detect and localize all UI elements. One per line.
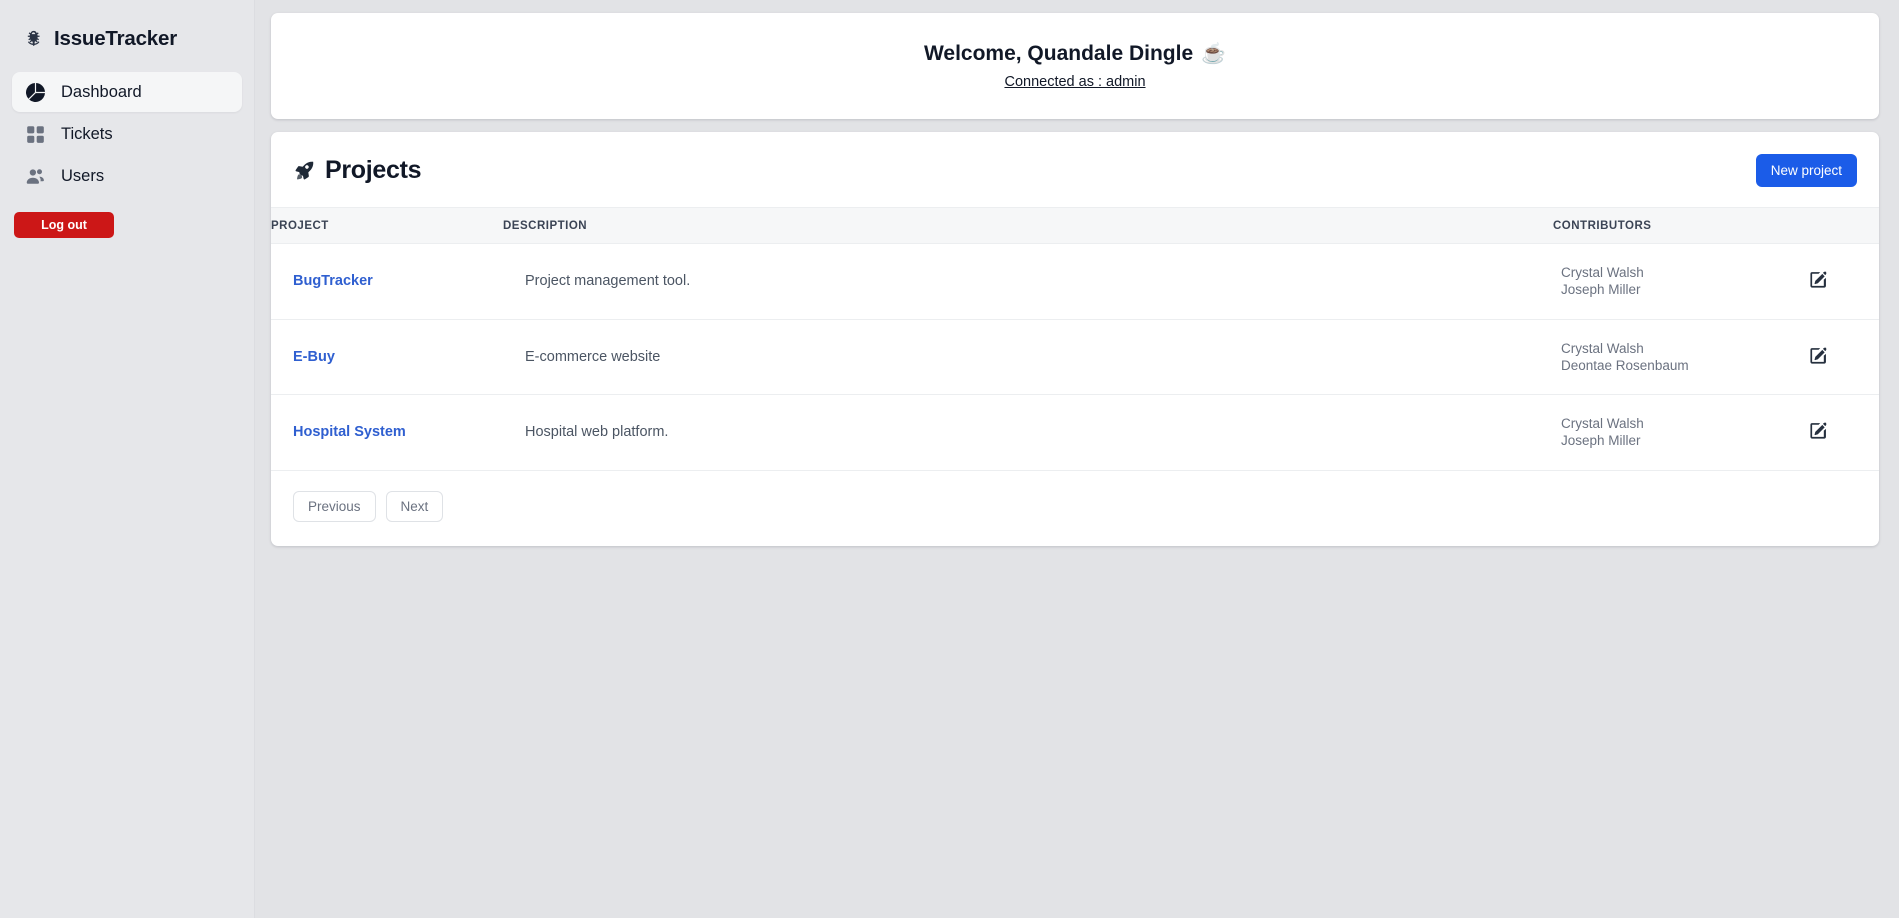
contributor-name: Joseph Miller (1561, 433, 1641, 449)
row-actions (1803, 342, 1879, 372)
sidebar: IssueTracker Dashboard Tickets Users Log… (0, 0, 255, 918)
project-description: Hospital web platform. (525, 424, 669, 441)
edit-project-button[interactable] (1803, 342, 1833, 372)
column-header-description: DESCRIPTION (503, 207, 1553, 244)
table-row: Hospital System Hospital web platform. C… (271, 394, 1879, 471)
contributor-name: Crystal Walsh (1561, 340, 1644, 356)
next-page-button[interactable]: Next (385, 490, 444, 522)
contributor-name: Crystal Walsh (1561, 416, 1644, 432)
sidebar-item-label: Users (61, 166, 105, 185)
contributor-name: Crystal Walsh (1561, 265, 1644, 280)
projects-header: Projects New project (271, 132, 1879, 207)
project-description: E-commerce website (525, 348, 661, 365)
sidebar-item-users[interactable]: Users (12, 156, 242, 196)
main-content: Welcome, Quandale Dingle ☕ Connected as … (255, 0, 1899, 918)
project-link[interactable]: BugTracker (293, 273, 373, 289)
contributor-name: Deontae Rosenbaum (1561, 357, 1689, 373)
table-row: E-Buy E-commerce website Crystal Walsh D… (271, 319, 1879, 396)
column-header-actions (1803, 207, 1879, 244)
projects-table: PROJECT DESCRIPTION CONTRIBUTORS BugTrac… (271, 207, 1879, 471)
table-head: PROJECT DESCRIPTION CONTRIBUTORS (271, 207, 1879, 244)
project-link[interactable]: Hospital System (293, 424, 406, 440)
contributor-list: Crystal Walsh Joseph Miller (1561, 264, 1803, 299)
edit-project-button[interactable] (1803, 266, 1833, 296)
contributor-list: Crystal Walsh Joseph Miller (1561, 415, 1803, 450)
sidebar-nav: Dashboard Tickets Users (12, 72, 242, 196)
edit-project-button[interactable] (1803, 417, 1833, 447)
sidebar-item-tickets[interactable]: Tickets (12, 114, 242, 154)
contributor-name: Joseph Miller (1561, 282, 1641, 298)
new-project-button[interactable]: New project (1755, 154, 1857, 187)
row-actions (1803, 266, 1879, 296)
pencil-square-icon (1809, 422, 1827, 442)
logout-button[interactable]: Log out (14, 212, 114, 238)
project-description: Project management tool. (525, 273, 691, 290)
column-header-project: PROJECT (271, 207, 503, 244)
projects-title-text: Projects (325, 156, 422, 184)
table-body: BugTracker Project management tool. Crys… (271, 243, 1879, 471)
column-header-contributors: CONTRIBUTORS (1553, 207, 1803, 244)
coffee-icon: ☕ (1201, 43, 1227, 65)
welcome-text: Welcome, Quandale Dingle (923, 42, 1194, 65)
row-actions (1803, 417, 1879, 447)
project-link[interactable]: E-Buy (293, 349, 335, 365)
table-header-row: PROJECT DESCRIPTION CONTRIBUTORS (271, 207, 1879, 244)
rocket-icon (293, 160, 315, 182)
contributor-list: Crystal Walsh Deontae Rosenbaum (1561, 340, 1803, 375)
pagination: Previous Next (271, 471, 1879, 546)
page-title: Projects (293, 156, 422, 185)
sidebar-item-dashboard[interactable]: Dashboard (12, 72, 242, 112)
table-row: BugTracker Project management tool. Crys… (271, 243, 1879, 320)
welcome-card: Welcome, Quandale Dingle ☕ Connected as … (271, 13, 1879, 119)
sidebar-item-label: Tickets (61, 124, 113, 143)
pencil-square-icon (1809, 347, 1827, 367)
welcome-title: Welcome, Quandale Dingle ☕ (924, 42, 1226, 66)
pencil-square-icon (1809, 271, 1827, 291)
sidebar-item-label: Dashboard (61, 82, 142, 101)
connected-as-link[interactable]: Connected as : admin (1004, 74, 1145, 90)
brand-title: IssueTracker (54, 27, 177, 50)
projects-card: Projects New project PROJECT DESCRIPTION… (271, 132, 1879, 546)
grid-icon (24, 123, 46, 145)
brand: IssueTracker (12, 14, 242, 58)
pie-chart-icon (24, 81, 46, 103)
app-root: IssueTracker Dashboard Tickets Users Log… (0, 0, 1899, 918)
previous-page-button[interactable]: Previous (293, 490, 376, 522)
bug-icon (22, 28, 44, 50)
logout-container: Log out (12, 212, 242, 238)
users-icon (24, 165, 46, 187)
